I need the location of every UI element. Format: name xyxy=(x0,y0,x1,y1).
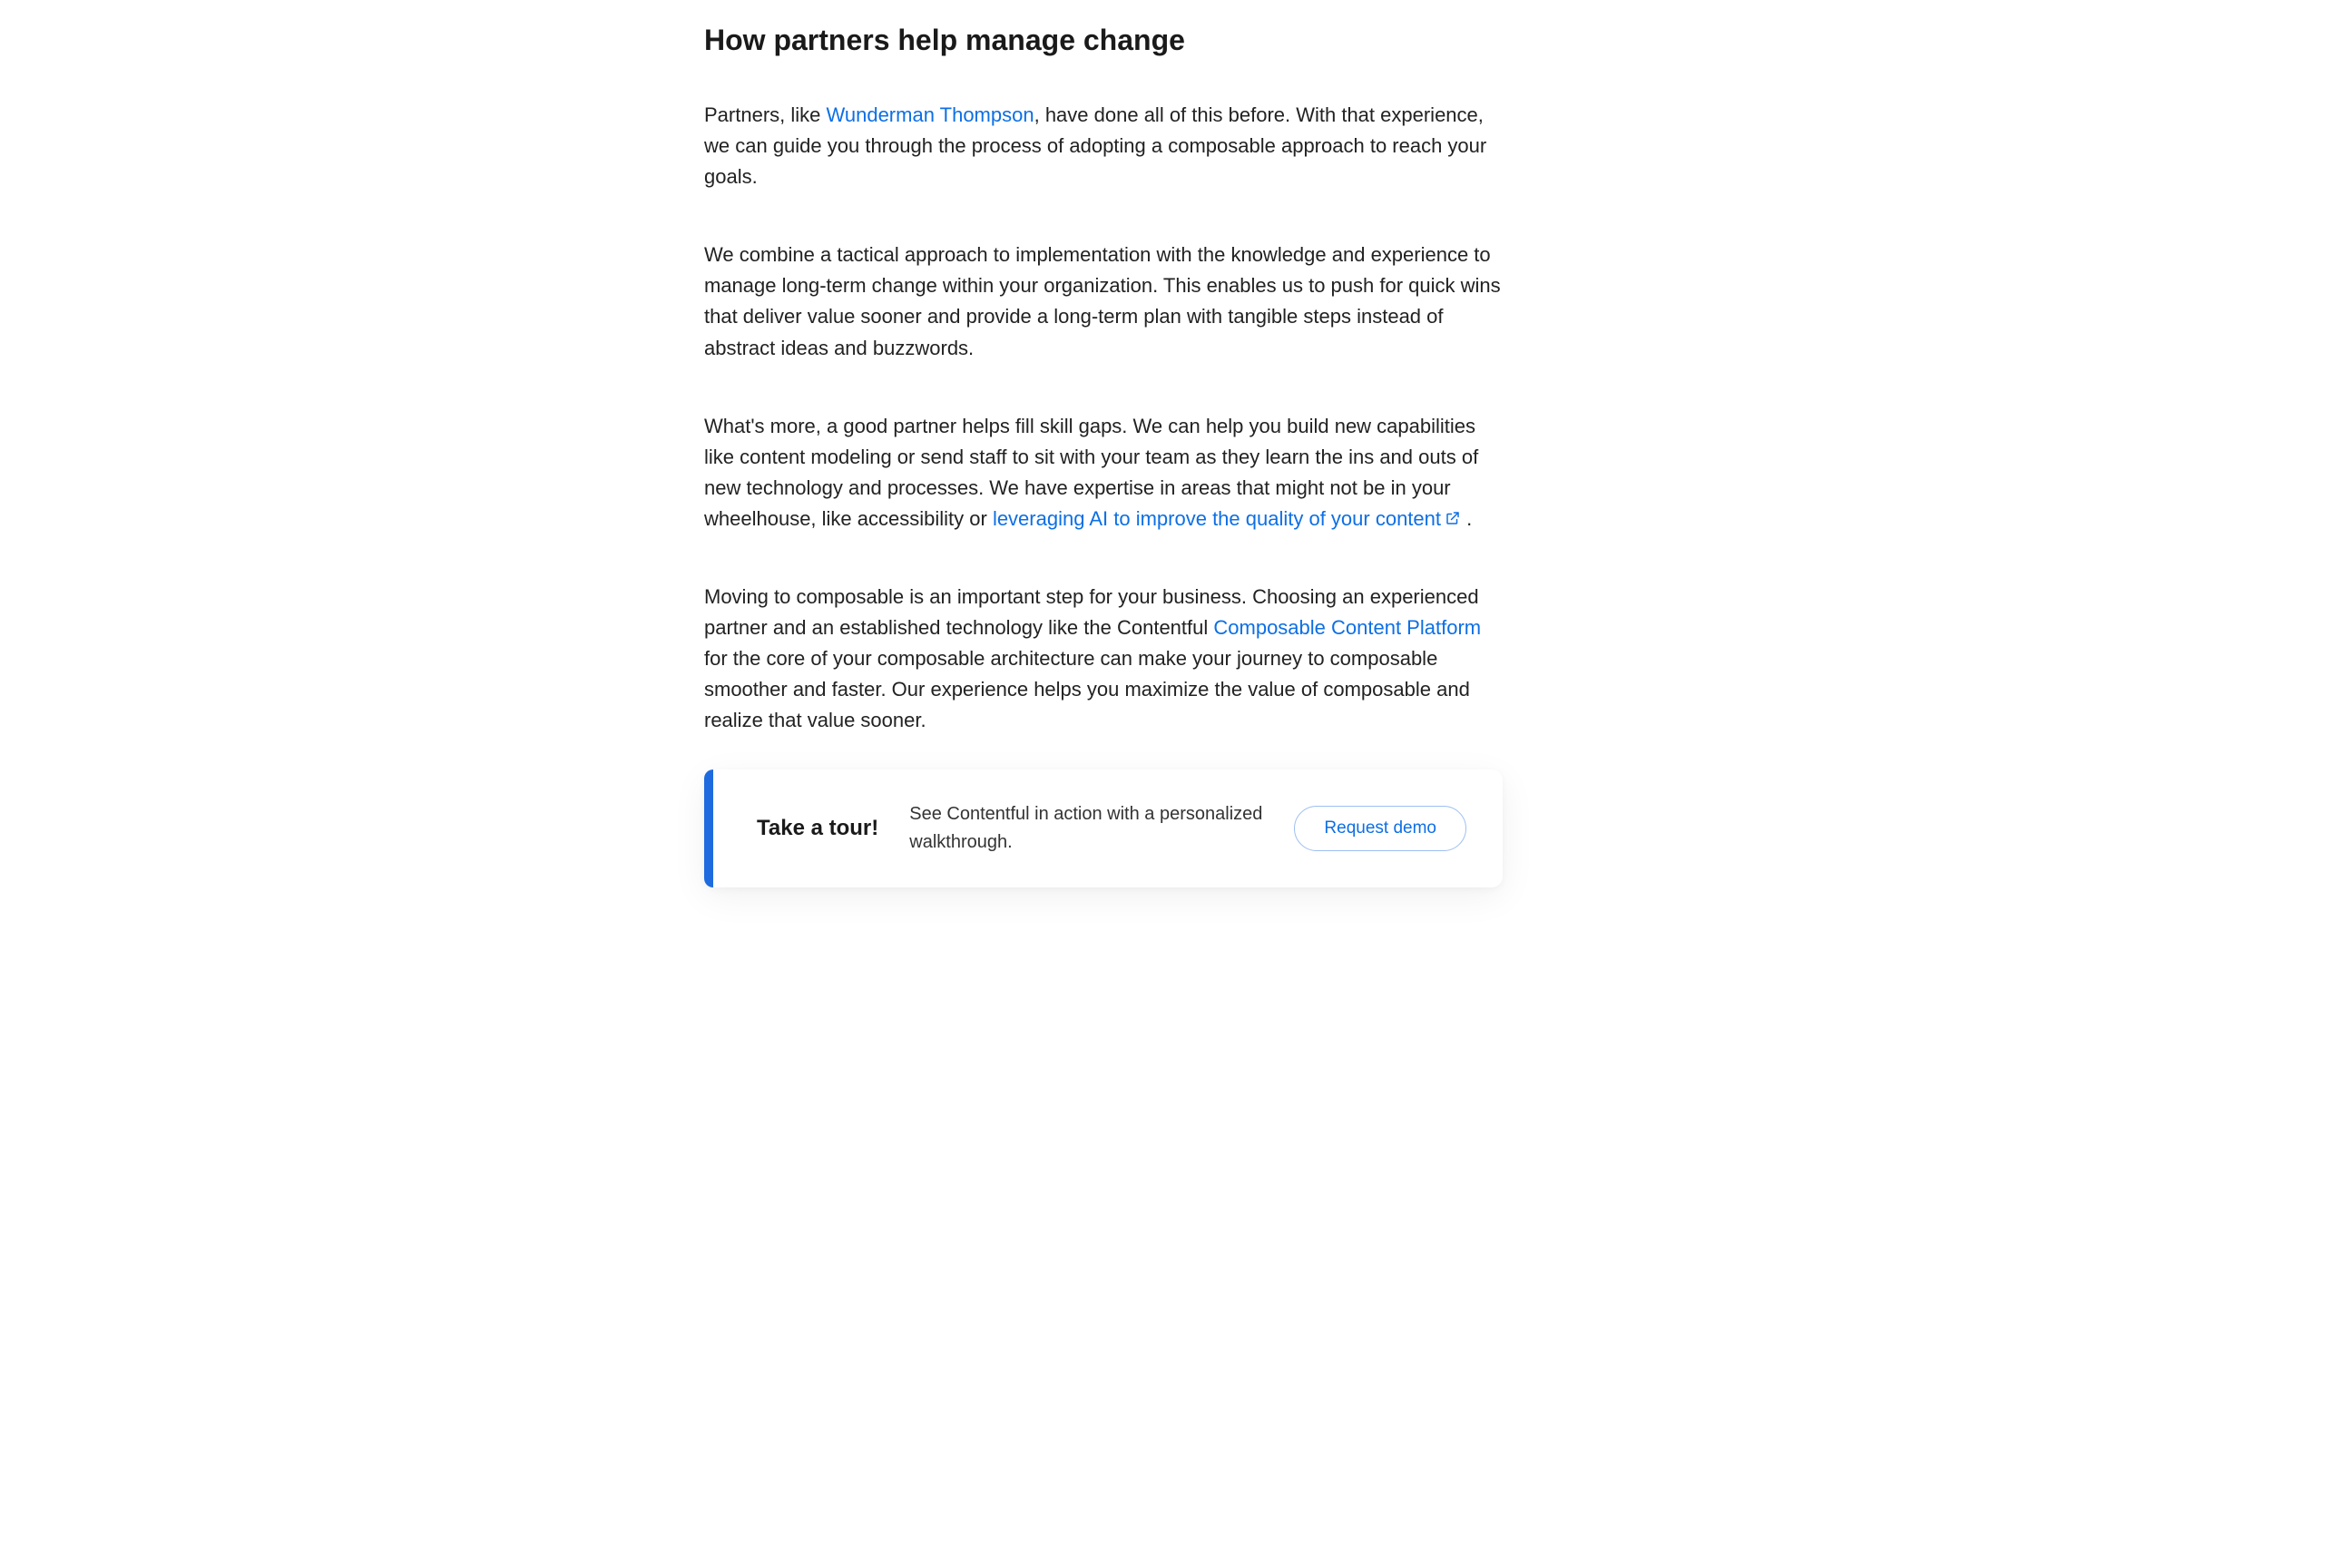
request-demo-button[interactable]: Request demo xyxy=(1294,806,1466,851)
link-ai-content-quality[interactable]: leveraging AI to improve the quality of … xyxy=(993,507,1461,530)
cta-title: Take a tour! xyxy=(757,816,878,841)
cta-card: Take a tour! See Contentful in action wi… xyxy=(704,769,1503,887)
paragraph-4: Moving to composable is an important ste… xyxy=(704,582,1503,736)
cta-description: See Contentful in action with a personal… xyxy=(909,800,1263,857)
link-composable-content-platform[interactable]: Composable Content Platform xyxy=(1213,616,1481,639)
paragraph-1: Partners, like Wunderman Thompson, have … xyxy=(704,100,1503,192)
link-wunderman-thompson[interactable]: Wunderman Thompson xyxy=(827,103,1034,126)
page-container: How partners help manage change Partners… xyxy=(523,0,1829,924)
text-segment: Partners, like xyxy=(704,103,827,126)
paragraph-3: What's more, a good partner helps fill s… xyxy=(704,411,1503,534)
text-segment: . xyxy=(1461,507,1472,530)
section-heading: How partners help manage change xyxy=(704,22,1503,58)
text-segment: for the core of your composable architec… xyxy=(704,647,1470,731)
article-body: How partners help manage change Partners… xyxy=(704,0,1503,737)
paragraph-2: We combine a tactical approach to implem… xyxy=(704,240,1503,363)
link-text: leveraging AI to improve the quality of … xyxy=(993,507,1441,530)
external-link-icon xyxy=(1445,510,1461,526)
